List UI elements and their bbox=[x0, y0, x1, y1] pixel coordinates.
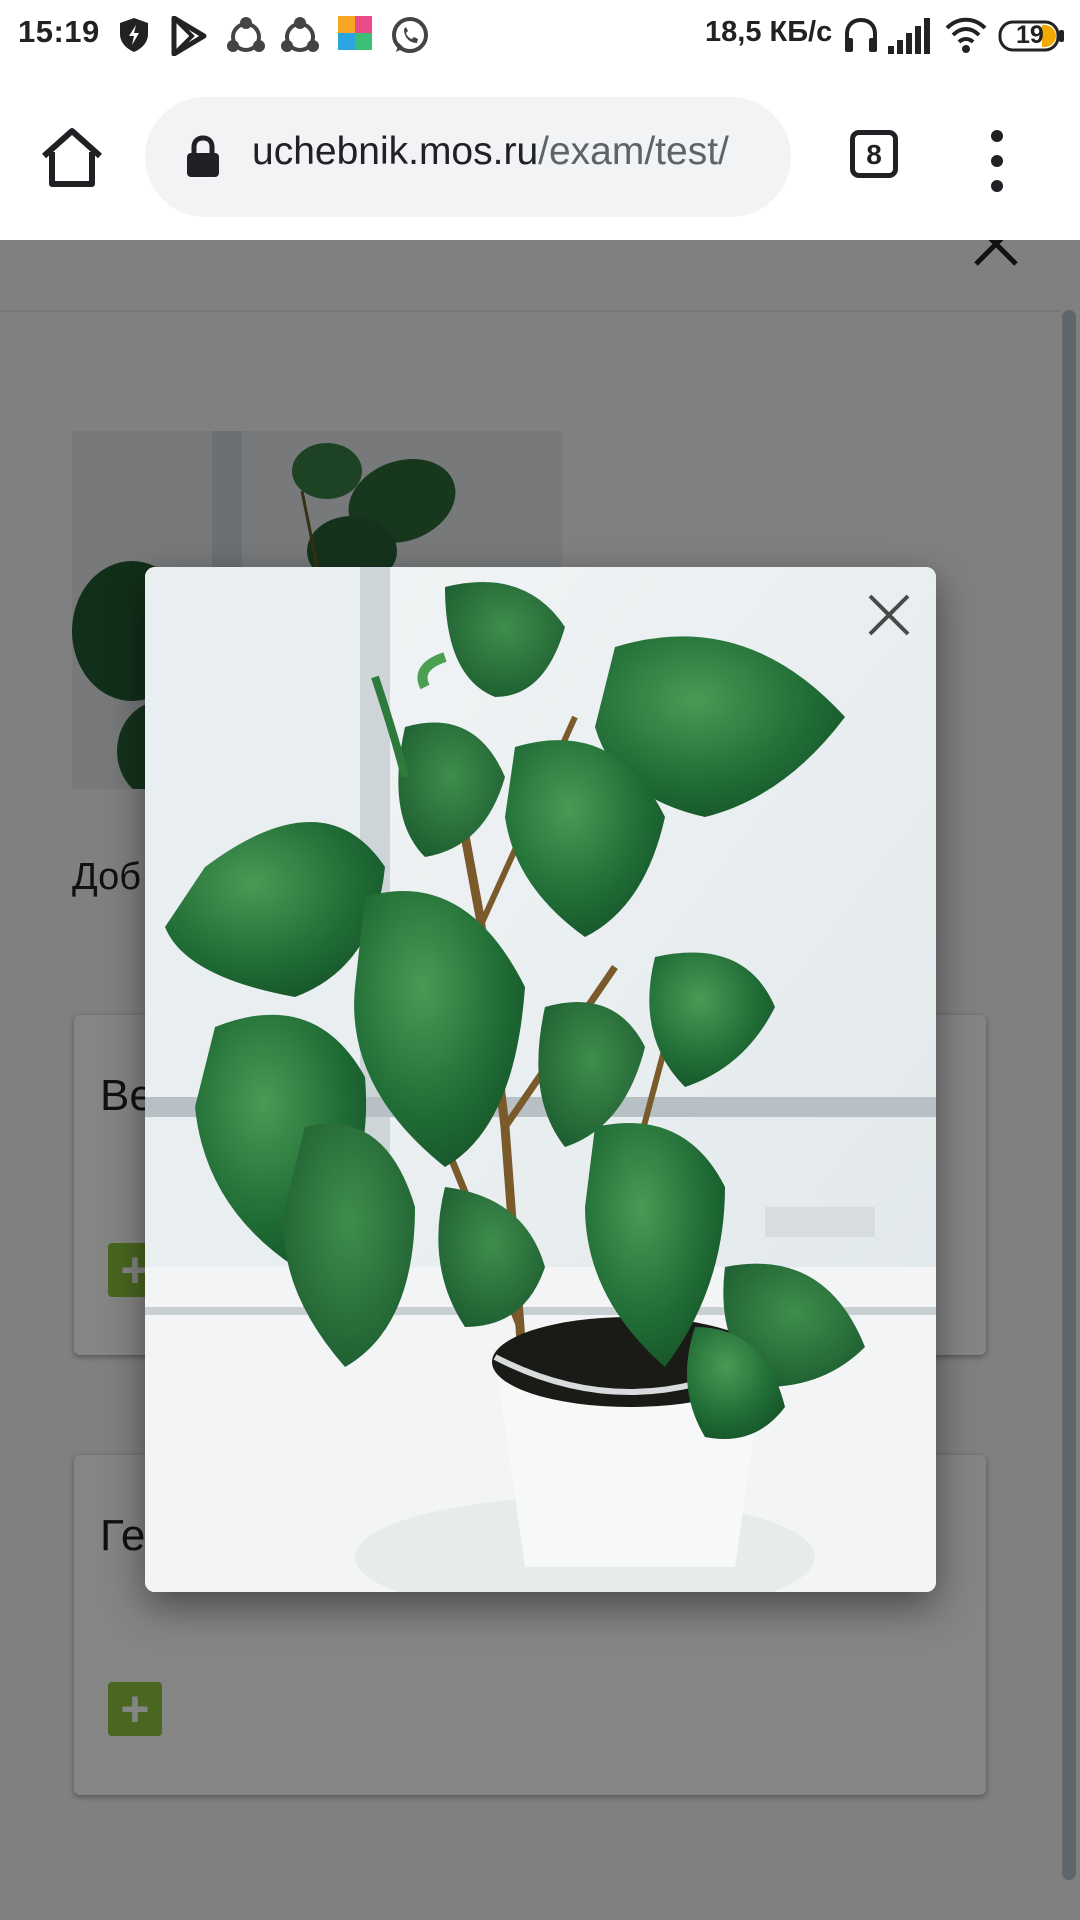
url-path: /exam/test/ bbox=[538, 130, 729, 173]
whatsapp-icon bbox=[390, 16, 430, 61]
battery-level: 19 bbox=[1016, 21, 1044, 49]
url-host: uchebnik.mos.ru bbox=[252, 130, 539, 173]
app-icon bbox=[338, 16, 372, 55]
browser-menu-button[interactable] bbox=[978, 126, 1016, 196]
sync-icon bbox=[279, 16, 321, 61]
close-icon bbox=[868, 594, 910, 636]
headphones-icon bbox=[843, 16, 879, 59]
network-speed: 18,5 КБ/с bbox=[705, 16, 833, 48]
tab-count: 8 bbox=[866, 139, 882, 170]
url-text: uchebnik.mos.ru/exam/test/ bbox=[252, 130, 729, 174]
wifi-icon bbox=[945, 16, 987, 59]
tab-switcher-button[interactable]: 8 bbox=[850, 130, 898, 178]
browser-toolbar: uchebnik.mos.ru/exam/test/ 8 bbox=[0, 74, 1080, 240]
status-bar: 15:19 18,5 КБ/с 19 bbox=[0, 0, 1080, 74]
home-button[interactable] bbox=[38, 126, 106, 190]
lock-icon bbox=[187, 135, 219, 177]
plant-photo bbox=[145, 567, 936, 1592]
home-icon bbox=[42, 128, 102, 187]
status-time: 15:19 bbox=[18, 14, 100, 49]
more-vert-icon bbox=[991, 130, 1003, 192]
image-lightbox bbox=[145, 567, 936, 1592]
signal-icon bbox=[888, 16, 930, 59]
play-store-icon bbox=[170, 15, 208, 61]
close-modal-button[interactable] bbox=[863, 589, 915, 641]
sync-icon bbox=[225, 16, 267, 61]
shield-icon bbox=[117, 16, 151, 59]
address-bar[interactable]: uchebnik.mos.ru/exam/test/ bbox=[145, 97, 791, 217]
